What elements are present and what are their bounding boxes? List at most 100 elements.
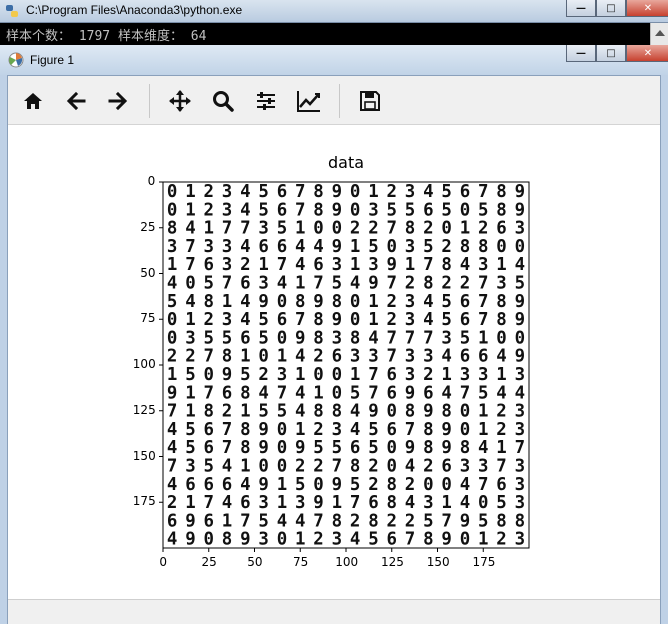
- digit-cell: 4: [423, 292, 433, 312]
- y-tick-label: 75: [140, 311, 156, 326]
- digit-cell: 6: [185, 475, 195, 495]
- save-button[interactable]: [355, 86, 385, 116]
- digit-cell: 7: [387, 328, 397, 348]
- digit-cell: 0: [387, 438, 397, 458]
- digit-cell: 5: [332, 274, 342, 294]
- digit-cell: 5: [313, 438, 323, 458]
- digit-cell: 2: [240, 255, 250, 275]
- digit-cell: 9: [441, 530, 451, 550]
- digit-cell: 1: [277, 475, 287, 495]
- digit-cell: 7: [313, 274, 323, 294]
- digit-cell: 4: [295, 383, 305, 403]
- console-scrollbar[interactable]: [650, 23, 668, 45]
- configure-subplots-icon: [257, 92, 275, 110]
- figure-window-controls: — □ ✕: [566, 45, 668, 62]
- digit-cell: 0: [478, 493, 488, 513]
- figure-close-button[interactable]: ✕: [626, 45, 668, 62]
- digit-cell: 3: [423, 493, 433, 513]
- scroll-up-icon[interactable]: [655, 30, 665, 36]
- digit-cell: 4: [295, 347, 305, 367]
- digit-cell: 5: [460, 328, 470, 348]
- figure-maximize-button[interactable]: □: [596, 45, 626, 62]
- digit-cell: 5: [441, 182, 451, 202]
- digit-cell: 0: [460, 402, 470, 422]
- close-button[interactable]: ✕: [626, 0, 668, 17]
- digit-cell: 3: [368, 200, 378, 220]
- digit-cell: 8: [478, 237, 488, 257]
- configure-subplots-button[interactable]: [251, 86, 281, 116]
- zoom-icon: [213, 91, 234, 112]
- digit-cell: 4: [460, 255, 470, 275]
- digit-cell: 7: [478, 292, 488, 312]
- back-button[interactable]: [61, 86, 91, 116]
- digit-cell: 8: [240, 420, 250, 440]
- digit-cell: 8: [405, 219, 415, 239]
- digit-cell: 5: [258, 402, 268, 422]
- digit-cell: 8: [240, 383, 250, 403]
- figure-minimize-button[interactable]: —: [566, 45, 596, 62]
- digit-cell: 8: [387, 493, 397, 513]
- digit-cell: 0: [496, 237, 506, 257]
- digit-cell: 1: [240, 402, 250, 422]
- digit-cell: 5: [204, 328, 214, 348]
- digit-cell: 6: [368, 493, 378, 513]
- digit-cell: 6: [313, 255, 323, 275]
- digit-cell: 7: [277, 383, 287, 403]
- digit-cell: 7: [167, 402, 177, 422]
- digit-cell: 6: [387, 365, 397, 385]
- digit-cell: 7: [478, 310, 488, 330]
- digit-cell: 5: [277, 402, 287, 422]
- digit-cell: 3: [515, 420, 525, 440]
- digit-cell: 3: [222, 255, 232, 275]
- y-tick-label: 150: [132, 448, 156, 463]
- edit-axis-button[interactable]: [294, 86, 324, 116]
- digit-cell: 4: [441, 347, 451, 367]
- digit-cell: 8: [350, 328, 360, 348]
- x-tick-label: 50: [247, 555, 263, 569]
- digit-cell: 3: [405, 237, 415, 257]
- digit-cell: 1: [496, 438, 506, 458]
- digit-cell: 2: [222, 402, 232, 422]
- figure-canvas[interactable]: data 01234567890123456789012345678903556…: [8, 125, 660, 599]
- digit-cell: 2: [387, 511, 397, 531]
- digit-cell: 2: [441, 237, 451, 257]
- digit-cell: 1: [368, 182, 378, 202]
- digit-cell: 9: [313, 493, 323, 513]
- digit-cell: 8: [313, 182, 323, 202]
- digit-cell: 2: [368, 457, 378, 477]
- axes-frame: [162, 181, 530, 549]
- console-titlebar: C:\Program Files\Anaconda3\python.exe — …: [0, 0, 668, 23]
- digit-cell: 1: [496, 255, 506, 275]
- minimize-button[interactable]: —: [566, 0, 596, 17]
- digit-cell: 5: [478, 383, 488, 403]
- home-button[interactable]: [18, 86, 48, 116]
- pan-button[interactable]: [165, 86, 195, 116]
- digit-cell: 1: [295, 420, 305, 440]
- digit-cell: 9: [515, 310, 525, 330]
- digit-cell: 6: [277, 310, 287, 330]
- digit-cell: 5: [368, 530, 378, 550]
- digit-cell: 5: [478, 200, 488, 220]
- y-tick-label: 100: [132, 357, 156, 371]
- digit-cell: 0: [167, 182, 177, 202]
- digit-cell: 9: [332, 200, 342, 220]
- digit-cell: 6: [222, 383, 232, 403]
- digit-cell: 9: [368, 274, 378, 294]
- digit-cell: 0: [313, 475, 323, 495]
- digit-cell: 7: [222, 420, 232, 440]
- digit-cell: 5: [240, 365, 250, 385]
- digit-cell: 5: [258, 200, 268, 220]
- digit-cell: 2: [167, 347, 177, 367]
- toolbar-separator: [339, 84, 340, 118]
- forward-button[interactable]: [103, 86, 133, 116]
- digit-cell: 1: [368, 310, 378, 330]
- digit-cell: 5: [258, 328, 268, 348]
- digit-cell: 1: [222, 292, 232, 312]
- edit-axis-icon: [297, 91, 320, 112]
- maximize-button[interactable]: □: [596, 0, 626, 17]
- digit-cell: 3: [515, 475, 525, 495]
- digit-cell: 6: [387, 420, 397, 440]
- zoom-button[interactable]: [208, 86, 238, 116]
- digit-cell: 7: [405, 530, 415, 550]
- digit-cell: 5: [295, 475, 305, 495]
